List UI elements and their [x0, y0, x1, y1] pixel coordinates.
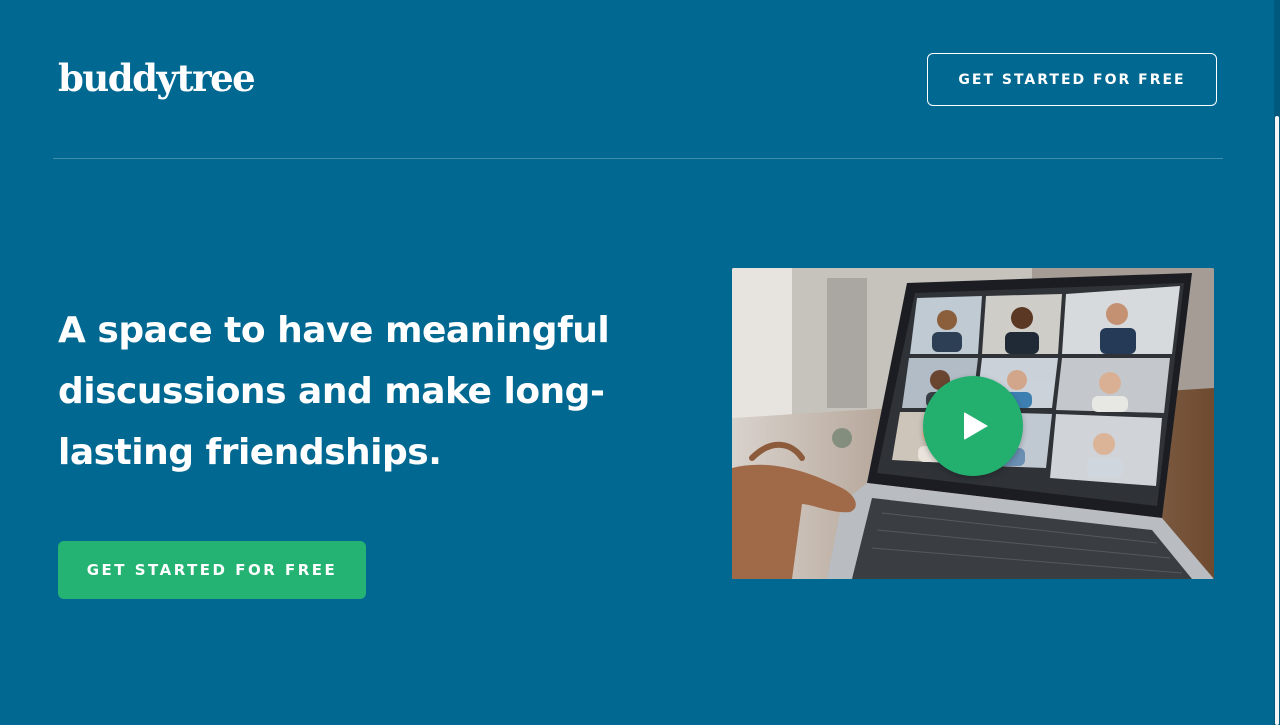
header-divider: [53, 158, 1223, 159]
site-header: buddytree GET STARTED FOR FREE: [0, 0, 1276, 159]
hero-headline: A space to have meaningful discussions a…: [58, 310, 610, 473]
hero-get-started-button[interactable]: GET STARTED FOR FREE: [58, 541, 366, 599]
play-button[interactable]: [923, 376, 1023, 476]
scrollbar-thumb[interactable]: [1275, 116, 1279, 725]
hero-video[interactable]: [732, 268, 1214, 579]
logo[interactable]: buddytree: [58, 54, 256, 102]
header-get-started-button[interactable]: GET STARTED FOR FREE: [927, 53, 1217, 106]
play-icon: [964, 412, 988, 440]
